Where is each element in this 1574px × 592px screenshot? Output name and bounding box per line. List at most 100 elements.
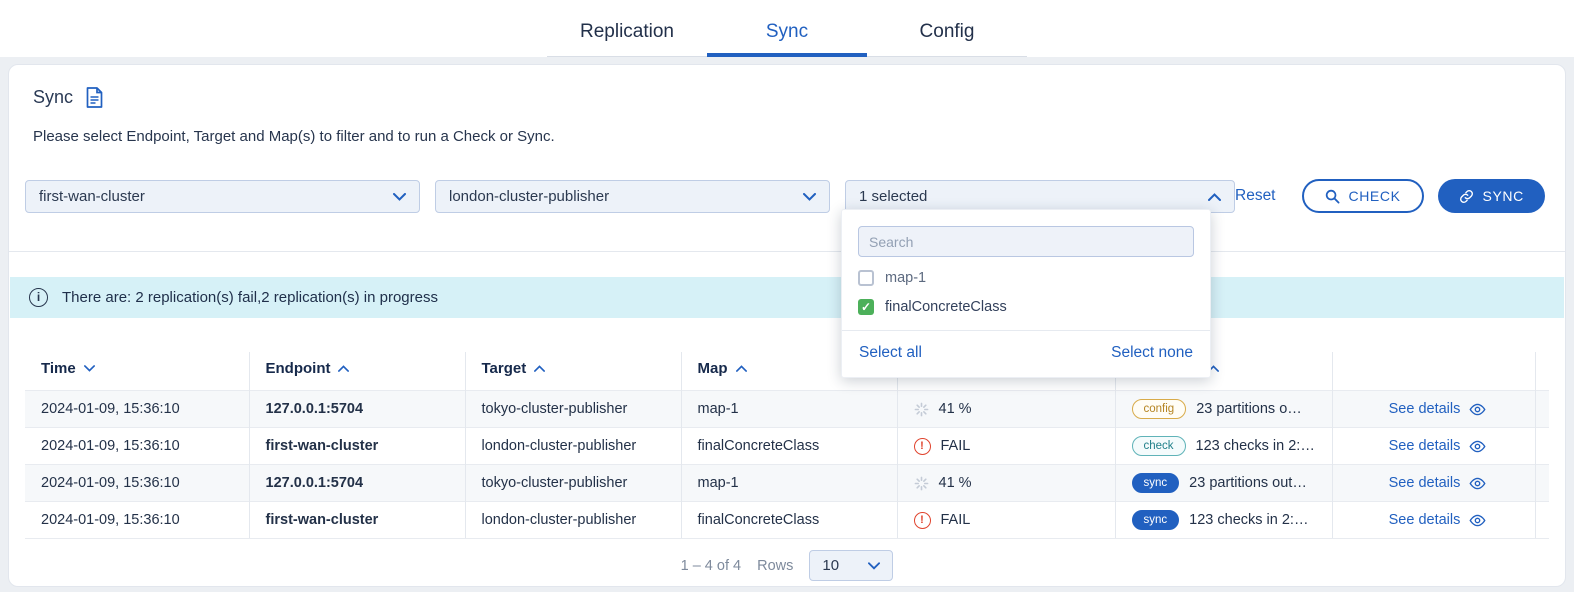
page-size-select[interactable]: 10 (809, 550, 893, 581)
status-badge: config (1132, 399, 1187, 419)
column-header-time[interactable]: Time (25, 352, 249, 391)
target-select-value: london-cluster-publisher (449, 188, 609, 205)
cell-time: 2024-01-09, 15:36:10 (25, 391, 249, 428)
column-header-actions (1332, 352, 1535, 391)
eye-icon (1469, 514, 1486, 527)
document-icon[interactable] (86, 87, 103, 108)
column-label: Endpoint (266, 360, 331, 377)
sort-desc-icon (84, 359, 95, 376)
sync-panel: Sync Please select Endpoint, Target and … (8, 64, 1566, 587)
map-option-finalconcreteclass[interactable]: ✓ finalConcreteClass (858, 299, 1194, 315)
sync-button[interactable]: SYNC (1438, 179, 1545, 213)
see-details-link[interactable]: See details (1349, 401, 1527, 417)
tab-config[interactable]: Config (867, 9, 1027, 56)
fail-icon: ! (914, 512, 931, 529)
cell-endpoint: 127.0.0.1:5704 (249, 391, 465, 428)
tab-replication[interactable]: Replication (547, 9, 707, 56)
map-option-map-1[interactable]: map-1 (858, 270, 1194, 286)
status-badge: check (1132, 436, 1186, 456)
detail-text: 23 partitions o… (1196, 401, 1302, 417)
see-details-link[interactable]: See details (1349, 438, 1527, 454)
cell-time: 2024-01-09, 15:36:10 (25, 465, 249, 502)
see-details-label: See details (1389, 401, 1461, 417)
search-input[interactable] (858, 226, 1194, 257)
fail-icon: ! (914, 438, 931, 455)
cell-spacer (1535, 391, 1549, 428)
divider (9, 251, 1565, 252)
select-none-link[interactable]: Select none (1111, 344, 1193, 362)
dropdown-footer: Select all Select none (842, 330, 1210, 377)
detail-text: 123 checks in 2:… (1196, 438, 1315, 454)
cell-map: finalConcreteClass (681, 428, 897, 465)
rows-label: Rows (757, 558, 793, 574)
cell-target: london-cluster-publisher (465, 428, 681, 465)
cell-status: ! FAIL (897, 502, 1115, 539)
cell-endpoint: first-wan-cluster (249, 502, 465, 539)
checkbox-unchecked[interactable] (858, 270, 874, 286)
cell-details: sync 23 partitions out… (1115, 465, 1332, 502)
column-header-spacer (1535, 352, 1549, 391)
cell-details: sync 123 checks in 2:… (1115, 502, 1332, 539)
pagination: 1 – 4 of 4 Rows 10 (9, 550, 1565, 581)
column-header-endpoint[interactable]: Endpoint (249, 352, 465, 391)
cell-endpoint: first-wan-cluster (249, 428, 465, 465)
info-banner: i There are: 2 replication(s) fail,2 rep… (10, 277, 1564, 318)
table-row: 2024-01-09, 15:36:10 127.0.0.1:5704 toky… (25, 465, 1549, 502)
spinner-icon (914, 402, 929, 417)
panel-subtitle: Please select Endpoint, Target and Map(s… (33, 128, 1541, 145)
table-row: 2024-01-09, 15:36:10 first-wan-cluster l… (25, 502, 1549, 539)
search-icon (1325, 189, 1340, 204)
status-text: 41 % (939, 401, 972, 417)
cell-actions: See details (1332, 502, 1535, 539)
check-button-label: CHECK (1349, 188, 1401, 204)
detail-text: 123 checks in 2:… (1189, 512, 1308, 528)
see-details-link[interactable]: See details (1349, 475, 1527, 491)
column-label: Target (482, 360, 527, 377)
cell-spacer (1535, 502, 1549, 539)
checkbox-checked[interactable]: ✓ (858, 299, 874, 315)
map-select-value: 1 selected (859, 188, 927, 205)
eye-icon (1469, 440, 1486, 453)
pagination-range: 1 – 4 of 4 (681, 558, 741, 574)
cell-status: 41 % (897, 391, 1115, 428)
target-select[interactable]: london-cluster-publisher (435, 180, 830, 213)
column-header-target[interactable]: Target (465, 352, 681, 391)
filter-row: first-wan-cluster london-cluster-publish… (25, 179, 1549, 213)
option-label: finalConcreteClass (885, 299, 1007, 315)
cell-actions: See details (1332, 428, 1535, 465)
sort-asc-icon (338, 359, 349, 376)
cell-spacer (1535, 465, 1549, 502)
detail-text: 23 partitions out… (1189, 475, 1307, 491)
eye-icon (1469, 477, 1486, 490)
info-icon: i (29, 288, 48, 307)
cell-target: london-cluster-publisher (465, 502, 681, 539)
map-select[interactable]: 1 selected (845, 180, 1235, 213)
tab-sync[interactable]: Sync (707, 9, 867, 57)
check-button[interactable]: CHECK (1302, 179, 1424, 213)
cell-actions: See details (1332, 391, 1535, 428)
select-all-link[interactable]: Select all (859, 344, 922, 362)
page-size-value: 10 (822, 557, 839, 574)
status-text: FAIL (941, 438, 971, 454)
info-banner-text: There are: 2 replication(s) fail,2 repli… (62, 289, 438, 306)
chevron-down-icon (868, 557, 880, 574)
link-icon (1459, 189, 1474, 204)
column-label: Time (41, 360, 76, 377)
see-details-label: See details (1389, 475, 1461, 491)
cell-map: map-1 (681, 391, 897, 428)
map-dropdown-panel: map-1 ✓ finalConcreteClass Select all Se… (841, 209, 1211, 378)
cell-time: 2024-01-09, 15:36:10 (25, 428, 249, 465)
cell-map: finalConcreteClass (681, 502, 897, 539)
eye-icon (1469, 403, 1486, 416)
top-tab-bar: Replication Sync Config (0, 0, 1574, 57)
reset-button[interactable]: Reset (1235, 187, 1276, 205)
cell-details: check 123 checks in 2:… (1115, 428, 1332, 465)
table-header-row: Time Endpoint Target Map (25, 352, 1549, 391)
endpoint-select[interactable]: first-wan-cluster (25, 180, 420, 213)
cell-details: config 23 partitions o… (1115, 391, 1332, 428)
see-details-link[interactable]: See details (1349, 512, 1527, 528)
table-row: 2024-01-09, 15:36:10 127.0.0.1:5704 toky… (25, 391, 1549, 428)
endpoint-select-value: first-wan-cluster (39, 188, 145, 205)
sync-results-table: Time Endpoint Target Map (25, 352, 1549, 539)
table-row: 2024-01-09, 15:36:10 first-wan-cluster l… (25, 428, 1549, 465)
